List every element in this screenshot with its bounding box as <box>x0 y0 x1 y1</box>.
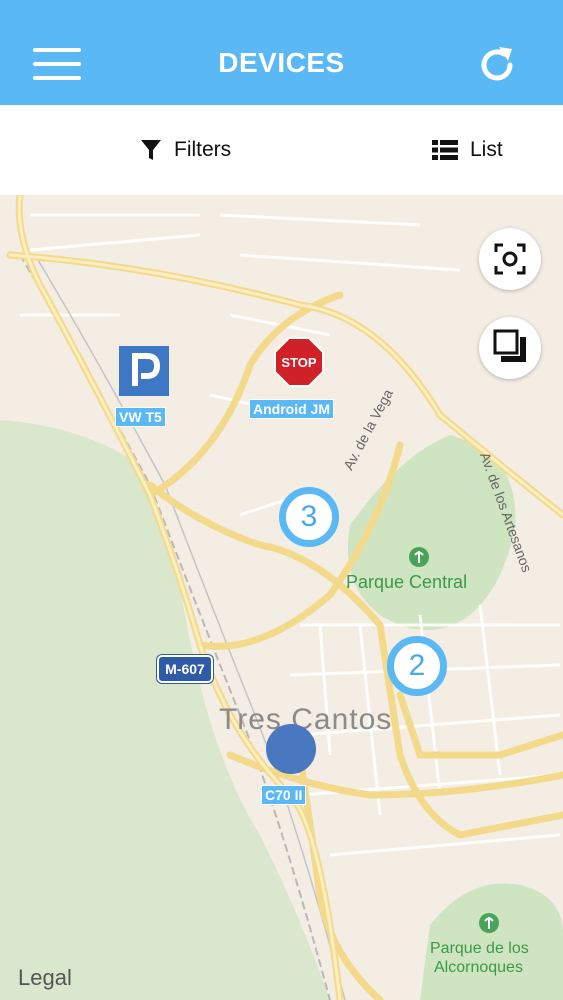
road-shield: M-607 <box>157 655 213 683</box>
filters-label: Filters <box>174 138 232 161</box>
list-icon <box>432 140 458 160</box>
park-label-alcornoques-1: Parque de los <box>430 940 529 957</box>
map-view[interactable]: Av. de la Vega Av. de los Artesanos Parq… <box>0 195 563 1000</box>
device-cluster[interactable]: 2 <box>387 636 447 696</box>
park-label-central: Parque Central <box>346 572 468 592</box>
device-marker-android[interactable]: STOP <box>274 337 324 387</box>
list-label: List <box>470 138 503 161</box>
refresh-icon[interactable] <box>475 43 519 87</box>
device-cluster[interactable]: 3 <box>279 487 339 547</box>
park-label-alcornoques-2: Alcornoques <box>434 959 523 976</box>
map-layers-button[interactable] <box>479 317 541 379</box>
map-background <box>0 195 563 1000</box>
park-pin-icon <box>479 913 499 933</box>
device-label: Android JM <box>249 399 334 419</box>
parking-icon <box>119 346 169 396</box>
device-marker-c70[interactable] <box>266 724 316 774</box>
filter-icon <box>141 140 161 160</box>
app-header: DEVICES <box>0 0 563 105</box>
stop-sign-icon: STOP <box>274 337 324 387</box>
focus-icon <box>494 243 526 275</box>
legal-link[interactable]: Legal <box>18 965 72 991</box>
layers-icon <box>493 329 526 362</box>
svg-text:STOP: STOP <box>281 355 316 370</box>
device-marker-vw[interactable] <box>119 346 169 396</box>
park-pin-icon <box>409 547 429 567</box>
list-button[interactable]: List <box>432 133 503 167</box>
filters-button[interactable]: Filters <box>140 133 231 167</box>
device-label: C70 II <box>261 785 307 805</box>
device-label: VW T5 <box>115 407 166 427</box>
locate-button[interactable] <box>479 228 541 290</box>
